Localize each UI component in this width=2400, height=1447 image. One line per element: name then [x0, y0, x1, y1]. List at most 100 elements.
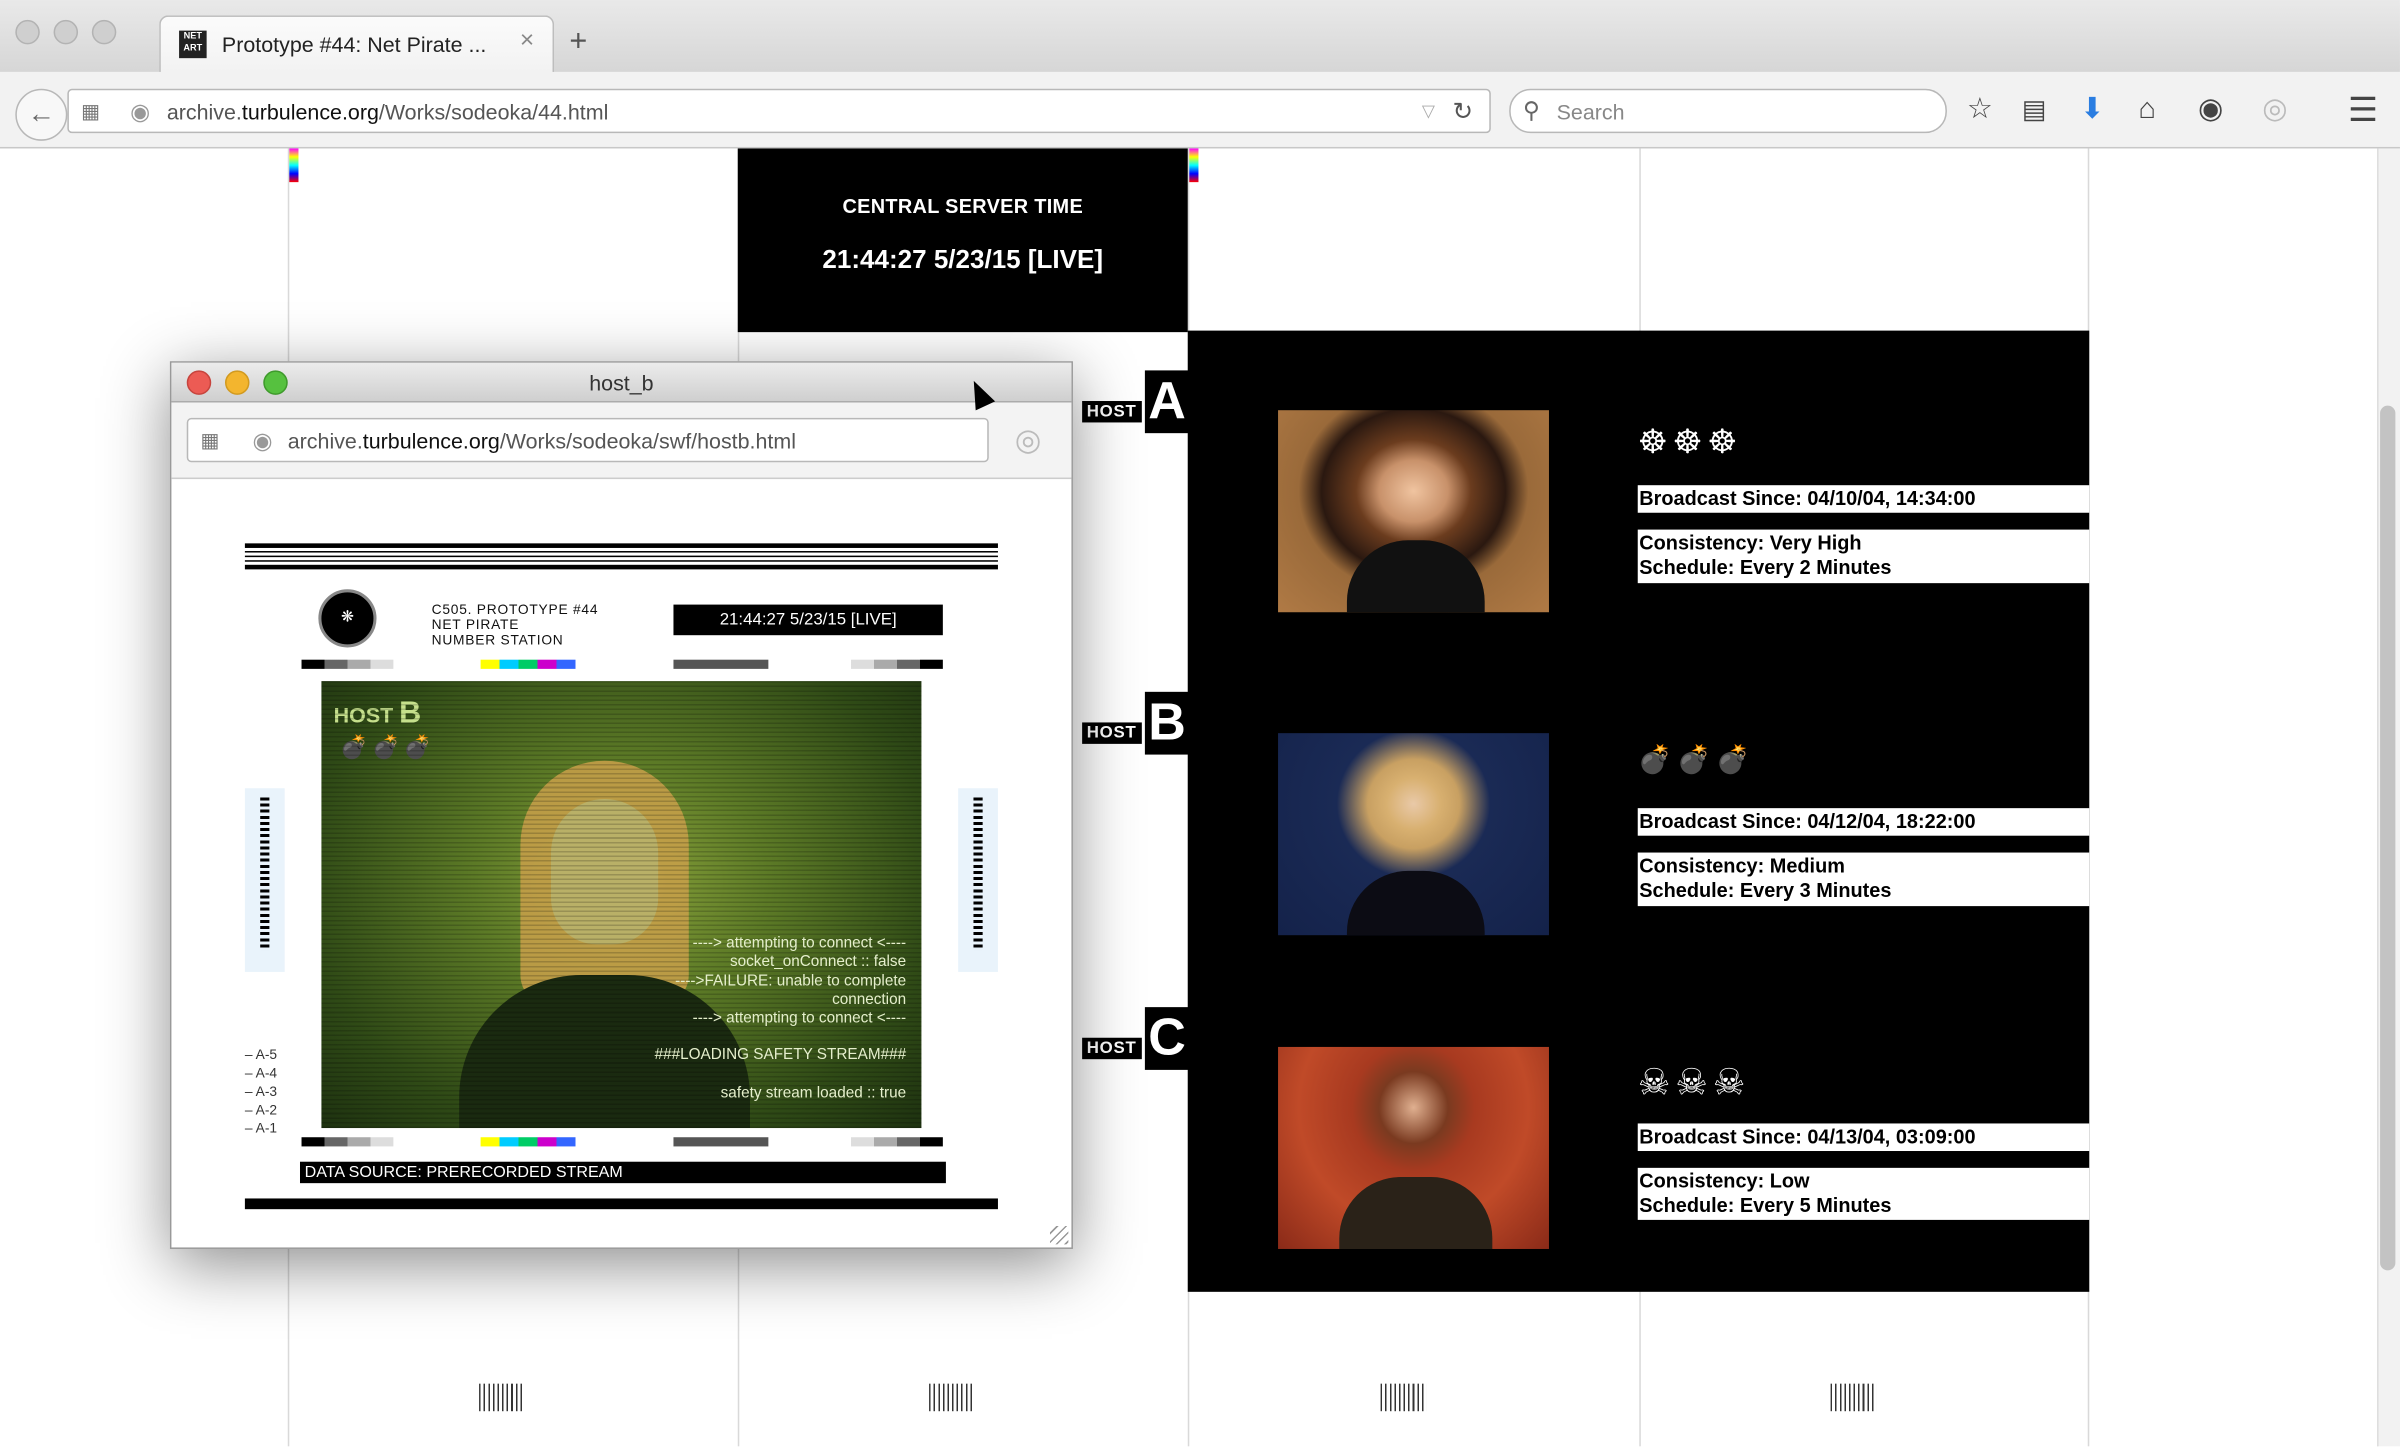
window-minimize-button[interactable] [53, 19, 79, 45]
host-a-consistency: Consistency: Very High [1639, 531, 1862, 555]
host-c-consistency: Consistency: Low [1639, 1169, 1810, 1193]
number-station-player: ❋ C505. PROTOTYPE #44 NET PIRATE NUMBER … [244, 543, 998, 1211]
host-c-skull-icon: ☠☠☠ [1637, 1062, 1751, 1104]
divider [244, 551, 998, 553]
level-list: – A-5 – A-4 – A-3 – A-2 – A-1 [245, 1045, 277, 1137]
browser-tab[interactable]: NET ART Prototype #44: Net Pirate ... × [159, 15, 555, 74]
address-bar[interactable]: ▦ ◉ archive.turbulence.org/Works/sodeoka… [67, 88, 1491, 134]
gray-strip [851, 1137, 943, 1147]
chat-icon[interactable]: ◉ [2198, 94, 2223, 126]
host-b-schedule: Schedule: Every 3 Minutes [1639, 878, 1892, 902]
gray-strip [673, 1137, 769, 1147]
star-icon[interactable]: ☆ [1967, 94, 1993, 126]
station-line-1: C505. PROTOTYPE #44 [431, 601, 599, 617]
right-level-meter [973, 797, 983, 951]
server-time-panel: CENTRAL SERVER TIME 21:44:27 5/23/15 [LI… [737, 148, 1188, 333]
color-bar [1189, 148, 1199, 183]
sidebar-icon[interactable]: ▦ [81, 99, 100, 123]
host-b-tag[interactable]: HOST B [1082, 691, 1190, 755]
popup-window-host-b[interactable]: host_b ▦ ◉ archive.turbulence.org/Works/… [169, 361, 1073, 1249]
download-icon[interactable]: ⬇ [2080, 94, 2104, 126]
gray-strip [851, 659, 943, 669]
resize-handle[interactable] [1049, 1226, 1069, 1245]
host-letter: B [1144, 691, 1190, 755]
data-source-label: DATA SOURCE: PRERECORDED STREAM [299, 1161, 946, 1184]
tab-title: Prototype #44: Net Pirate ... [221, 32, 487, 57]
host-c-details: Consistency: Low Schedule: Every 5 Minut… [1637, 1167, 2090, 1220]
level-item: – A-4 [244, 1065, 278, 1081]
host-a-broadcast: Broadcast Since: 04/10/04, 14:34:00 [1637, 485, 2090, 513]
divider [244, 543, 998, 548]
host-c-photo[interactable] [1278, 1046, 1549, 1249]
divider [244, 1198, 998, 1210]
station-info: C505. PROTOTYPE #44 NET PIRATE NUMBER ST… [432, 602, 599, 648]
color-bar [289, 148, 299, 183]
station-line-3: NUMBER STATION [431, 632, 564, 648]
level-item: – A-1 [244, 1120, 278, 1136]
host-a-schedule: Schedule: Every 2 Minutes [1639, 555, 1892, 579]
home-icon[interactable]: ⌂ [2138, 94, 2156, 126]
url-text[interactable]: archive.turbulence.org/Works/sodeoka/44.… [167, 99, 609, 123]
divider [244, 564, 998, 570]
reader-icon[interactable]: ▽ [1422, 101, 1435, 121]
host-letter: C [1144, 1007, 1190, 1070]
globe-icon: ◉ [252, 428, 273, 455]
log-line: ----> attempting to connect <---- [692, 1010, 907, 1028]
host-c-broadcast: Broadcast Since: 04/13/04, 03:09:00 [1637, 1123, 2090, 1152]
divider [244, 560, 998, 562]
host-b-body [1346, 870, 1485, 936]
level-item: – A-2 [244, 1102, 278, 1118]
search-input[interactable]: ⚲ Search [1509, 88, 1947, 134]
station-logo: ❋ [318, 589, 377, 648]
host-b-details: Consistency: Medium Schedule: Every 3 Mi… [1637, 852, 2090, 907]
server-time-label: CENTRAL SERVER TIME [842, 194, 1084, 218]
popup-address-bar[interactable]: ▦ ◉ archive.turbulence.org/Works/sodeoka… [186, 417, 989, 463]
host-label: HOST [1082, 401, 1142, 423]
host-b-bomb-icon: 💣💣💣 [1637, 743, 1755, 775]
popup-titlebar[interactable]: host_b [171, 362, 1072, 403]
search-icon: ⚲ [1522, 97, 1540, 124]
barcode-icon [1830, 1383, 1877, 1412]
divider [244, 555, 998, 558]
gray-strip [673, 659, 769, 669]
host-a-photo[interactable] [1278, 410, 1549, 613]
scrollbar-thumb[interactable] [2380, 405, 2396, 1271]
log-spacer [554, 1029, 906, 1047]
sync-icon[interactable]: ◎ [2262, 94, 2287, 126]
server-time-value: 21:44:27 5/23/15 [LIVE] [822, 244, 1104, 274]
tab-close-icon[interactable]: × [520, 28, 534, 56]
host-b-photo[interactable] [1278, 733, 1549, 936]
sync-icon[interactable]: ◎ [1015, 421, 1042, 459]
host-c-body [1339, 1177, 1493, 1249]
log-line: socket_onConnect :: false [729, 954, 907, 971]
level-item: – A-3 [244, 1083, 278, 1099]
window-zoom-button[interactable] [91, 19, 117, 45]
station-line-2: NET PIRATE [431, 616, 520, 633]
popup-title: host_b [589, 370, 654, 395]
window-close-button[interactable] [15, 19, 40, 45]
host-label: HOST [1082, 1037, 1142, 1060]
host-c-tag[interactable]: HOST C [1082, 1007, 1190, 1070]
reload-icon[interactable]: ↻ [1453, 96, 1474, 127]
sidebar-icon[interactable]: ▦ [201, 429, 220, 453]
color-strip [480, 659, 576, 669]
menu-icon[interactable]: ☰ [2348, 93, 2378, 127]
host-letter: A [1144, 370, 1190, 434]
barcode-icon [479, 1383, 525, 1412]
search-placeholder: Search [1556, 99, 1625, 124]
host-a-body [1346, 540, 1485, 613]
video-feed[interactable]: HOST B 💣💣💣 ----> attempting to connect <… [321, 681, 922, 1129]
back-icon[interactable]: ← [15, 88, 68, 141]
left-level-meter [260, 797, 270, 951]
popup-url-text[interactable]: archive.turbulence.org/Works/sodeoka/swf… [288, 429, 796, 453]
host-b-broadcast: Broadcast Since: 04/12/04, 18:22:00 [1637, 808, 2090, 836]
host-a-tag[interactable]: HOST A [1082, 370, 1190, 434]
barcode-icon [1380, 1383, 1427, 1412]
clipboard-icon[interactable]: ▤ [2022, 95, 2047, 126]
presenter-face [551, 798, 659, 945]
new-tab-button[interactable]: + [569, 24, 587, 59]
barcode-icon [929, 1383, 975, 1412]
globe-icon[interactable]: ◉ [130, 98, 150, 125]
screen: NET ART Prototype #44: Net Pirate ... × … [0, 0, 2400, 1447]
gray-strip [301, 659, 394, 669]
